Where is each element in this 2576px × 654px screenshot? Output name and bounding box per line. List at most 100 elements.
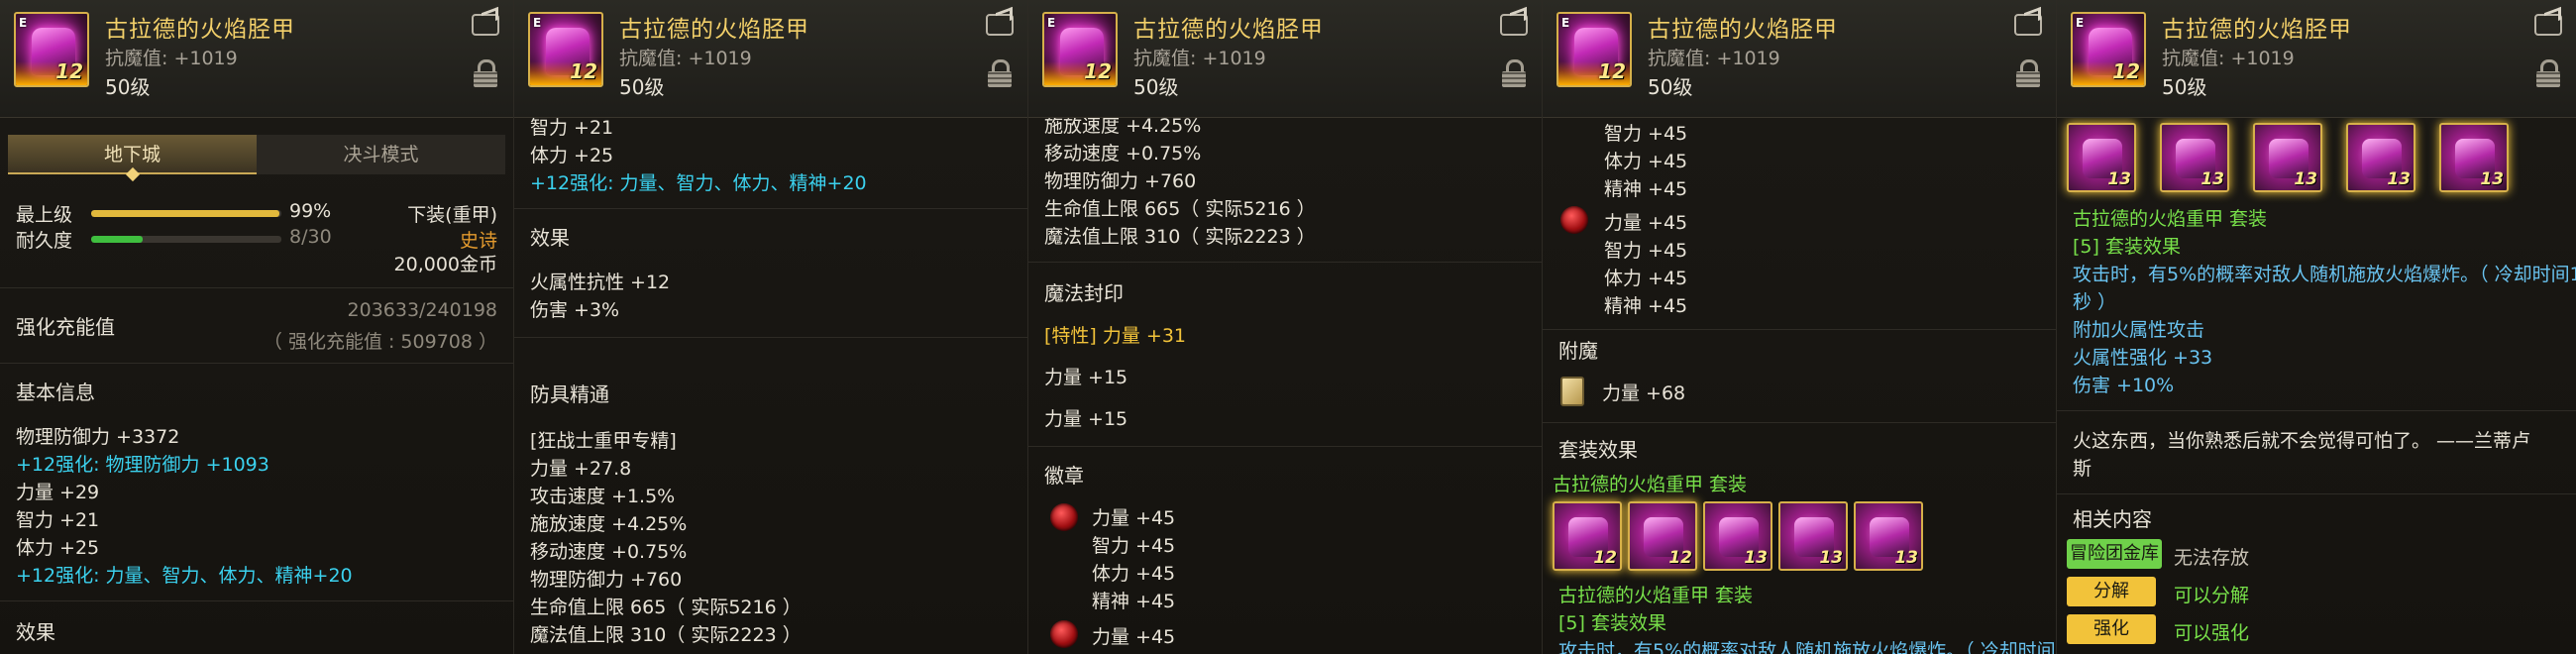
share-icon[interactable] — [986, 14, 1014, 36]
reinforce-level: 12 — [1598, 59, 1626, 83]
share-icon[interactable] — [2534, 14, 2562, 36]
set-name: 古拉德的火焰重甲 套装 — [1553, 474, 1748, 495]
tag-adventure-vault: 冒险团金库 — [2067, 539, 2162, 569]
red-emblem-icon[interactable] — [1560, 206, 1588, 234]
item-level: 50级 — [619, 75, 665, 99]
set-item-icon[interactable]: 13 — [1778, 501, 1848, 571]
item-icon[interactable]: E 12 — [2071, 12, 2146, 87]
seal-line: 力量 +15 — [1044, 408, 1128, 430]
item-tooltip-panel-3: E 12 古拉德的火焰胫甲 抗魔值: +1019 50级 施放速度 +4.25%… — [1028, 0, 1543, 654]
tag-reinforce: 强化 — [2067, 614, 2156, 644]
stat-line: 智力 +21 — [16, 509, 100, 531]
reinforce-level: 12 — [2112, 59, 2140, 83]
mastery-line: [狂战士重甲专精] — [530, 430, 677, 452]
set-item-icon[interactable]: 13 — [2439, 123, 2509, 192]
item-tooltip-panel-2: E 12 古拉德的火焰胫甲 抗魔值: +1019 50级 智力 +21 体力 +… — [514, 0, 1028, 654]
set-item-level: 12 — [1593, 548, 1617, 568]
item-name: 古拉德的火焰胫甲 — [105, 17, 295, 43]
item-icon[interactable]: E 12 — [1556, 12, 1632, 87]
stat-line: 魔法值上限 310（ 实际2223 ） — [1044, 226, 1316, 248]
flavor-text: 火这东西，当你熟悉后就不会觉得可怕了。 ——兰蒂卢 — [2073, 430, 2531, 452]
item-icon[interactable]: E 12 — [1042, 12, 1118, 87]
set-bonus-desc: 攻击时，有5%的概率对敌人随机施放火焰爆炸。（ 冷却时间1 — [1558, 640, 2056, 654]
item-grade-label: E — [1561, 16, 1570, 30]
emblem-line: 体力 +45 — [1092, 563, 1176, 585]
mastery-line: 生命值上限 665（ 实际5216 ） — [530, 597, 802, 618]
stat-line: 物理防御力 +760 — [1044, 170, 1197, 192]
grade-label: 最上级 — [16, 204, 73, 226]
set-item-level: 13 — [2107, 169, 2131, 189]
slot-type: 下装(重甲) — [407, 204, 497, 226]
item-level: 50级 — [1648, 75, 1693, 99]
item-tooltip-panel-4: E 12 古拉德的火焰胫甲 抗魔值: +1019 50级 智力 +45 体力 +… — [1543, 0, 2057, 654]
section-title-related: 相关内容 — [2073, 507, 2152, 531]
tooltip-body: 13 13 13 13 13 古拉德的火焰重甲 套装 [5] 套装效果 攻击时，… — [2057, 117, 2576, 654]
set-item-icon[interactable]: 12 — [1628, 501, 1697, 571]
related-desc: 可以强化 — [2174, 622, 2250, 644]
red-emblem-icon[interactable] — [1050, 503, 1078, 531]
section-title-effect: 效果 — [530, 226, 570, 250]
stat-line: 体力 +25 — [530, 145, 614, 166]
emblem-line: 智力 +45 — [1092, 535, 1176, 557]
item-name: 古拉德的火焰胫甲 — [2162, 17, 2352, 43]
mastery-line: 力量 +27.8 — [530, 458, 632, 480]
tooltip-body: 智力 +45 体力 +45 精神 +45 力量 +45 智力 +45 体力 +4… — [1543, 117, 2056, 654]
flavor-text: 斯 — [2073, 458, 2093, 480]
tab-duel[interactable]: 决斗模式 — [257, 135, 505, 174]
effect-line: 伤害 +3% — [530, 299, 620, 321]
item-icon[interactable]: E 12 — [528, 12, 603, 87]
set-item-icon[interactable]: 12 — [1553, 501, 1622, 571]
enchant-card-icon[interactable] — [1560, 377, 1584, 406]
section-title-set-effect: 套装效果 — [1558, 438, 1638, 462]
red-emblem-icon[interactable] — [1050, 620, 1078, 648]
set-item-icon[interactable]: 13 — [2346, 123, 2415, 192]
set-item-icon[interactable]: 13 — [1703, 501, 1772, 571]
item-header: E 12 古拉德的火焰胫甲 抗魔值: +1019 50级 — [1543, 0, 2056, 118]
seal-line: [特性] 力量 +31 — [1044, 325, 1187, 347]
lock-icon[interactable] — [2016, 59, 2040, 89]
set-bonus-line: 伤害 +10% — [2073, 375, 2175, 396]
item-level: 50级 — [105, 75, 151, 99]
emblem-line: 精神 +45 — [1092, 591, 1176, 612]
share-icon[interactable] — [472, 14, 499, 36]
divider — [0, 600, 513, 601]
lock-icon[interactable] — [2536, 59, 2560, 89]
set-bonus-title: [5] 套装效果 — [2073, 236, 2181, 258]
divider — [2057, 493, 2576, 494]
item-grade-label: E — [533, 16, 542, 30]
divider — [0, 363, 513, 364]
set-item-level: 13 — [2387, 169, 2411, 189]
set-item-icon[interactable]: 13 — [2160, 123, 2229, 192]
divider — [2057, 410, 2576, 411]
divider — [514, 208, 1027, 209]
mastery-line: 魔法值上限 310（ 实际2223 ） — [530, 624, 802, 646]
item-grade-label: E — [1047, 16, 1056, 30]
reinforce-level: 12 — [570, 59, 597, 83]
set-item-icon[interactable]: 13 — [1854, 501, 1923, 571]
rarity: 史诗 — [459, 230, 497, 252]
set-item-icon[interactable]: 13 — [2067, 123, 2136, 192]
emblem-line: 智力 +45 — [1604, 123, 1688, 145]
magic-resist: 抗魔值: +1019 — [105, 48, 238, 69]
item-grade-label: E — [19, 16, 28, 30]
set-item-level: 13 — [2480, 169, 2504, 189]
tooltip-body: 智力 +21 体力 +25 +12强化: 力量、智力、体力、精神+20 效果 火… — [514, 117, 1027, 654]
effect-line: 火属性抗性 +12 — [530, 272, 671, 293]
charge-sub: （ 强化充能值 : 509708 ） — [263, 331, 497, 353]
item-icon[interactable]: E 12 — [14, 12, 89, 87]
tab-dungeon[interactable]: 地下城 — [8, 135, 257, 174]
durability-bar — [91, 236, 281, 243]
lock-icon[interactable] — [988, 59, 1012, 89]
durability-bar-fill — [91, 236, 143, 243]
magic-resist: 抗魔值: +1019 — [2162, 48, 2295, 69]
set-bonus-desc: 攻击时，有5%的概率对敌人随机施放火焰爆炸。（ 冷却时间1 — [2073, 264, 2576, 285]
lock-icon[interactable] — [1502, 59, 1526, 89]
set-item-level: 13 — [2294, 169, 2317, 189]
set-item-icon[interactable]: 13 — [2253, 123, 2322, 192]
lock-icon[interactable] — [474, 59, 497, 89]
emblem-line: 体力 +45 — [1604, 268, 1688, 289]
share-icon[interactable] — [2014, 14, 2042, 36]
share-icon[interactable] — [1500, 14, 1528, 36]
emblem-line: 力量 +45 — [1092, 507, 1176, 529]
charge-value: 203633/240198 — [347, 299, 497, 321]
